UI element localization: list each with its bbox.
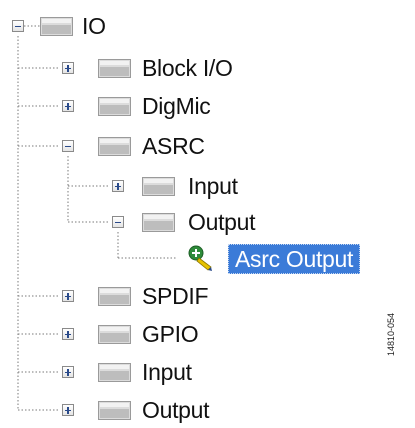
folder-icon [98,401,131,420]
tree-node-gpio[interactable]: GPIO [50,317,250,351]
tree-node-block-io[interactable]: Block I/O [50,51,270,85]
folder-icon [98,97,131,116]
tree-node-label-selected: Asrc Output [228,244,361,274]
figure-code: 14810-054 [386,312,396,356]
tree-node-label: Input [188,173,238,199]
tree-node-asrc-input[interactable]: Input [100,169,300,203]
tree-node-io[interactable]: IO [0,9,140,43]
collapse-toggle-asrc[interactable] [62,140,74,152]
tree-node-label: Input [142,359,192,385]
folder-icon [98,287,131,306]
tree-node-label: Output [188,209,256,235]
folder-icon [98,363,131,382]
expand-toggle-output[interactable] [62,404,74,416]
tree-node-asrc-output[interactable]: Output [100,205,300,239]
collapse-toggle-io[interactable] [12,20,24,32]
tree-node-spdif[interactable]: SPDIF [50,279,250,313]
expand-toggle-digmic[interactable] [62,100,74,112]
folder-icon [40,17,73,36]
expand-toggle-block-io[interactable] [62,62,74,74]
collapse-toggle-asrc-output[interactable] [112,216,124,228]
folder-icon [142,177,175,196]
tree-node-output[interactable]: Output [50,393,250,427]
folder-icon [98,59,131,78]
expand-toggle-asrc-input[interactable] [112,180,124,192]
tree-node-label: SPDIF [142,283,209,309]
folder-icon [98,137,131,156]
tree-node-asrc[interactable]: ASRC [50,129,250,163]
tree-node-label: GPIO [142,321,199,347]
tree-node-digmic[interactable]: DigMic [50,89,250,123]
tree-node-asrc-output-item[interactable]: Asrc Output [176,241,376,275]
tree-node-input[interactable]: Input [50,355,250,389]
expand-toggle-spdif[interactable] [62,290,74,302]
tree-node-label: Output [142,397,210,423]
expand-toggle-gpio[interactable] [62,328,74,340]
folder-icon [98,325,131,344]
tree-node-label: ASRC [142,133,205,159]
green-arrow-node-icon [188,245,212,271]
tree-node-label: Block I/O [142,55,233,81]
tree-node-label: DigMic [142,93,211,119]
tree-node-label: IO [82,13,106,39]
expand-toggle-input[interactable] [62,366,74,378]
folder-icon [142,213,175,232]
io-tree-view: IO Block I/O DigMic ASRC Input Output As… [0,0,415,428]
